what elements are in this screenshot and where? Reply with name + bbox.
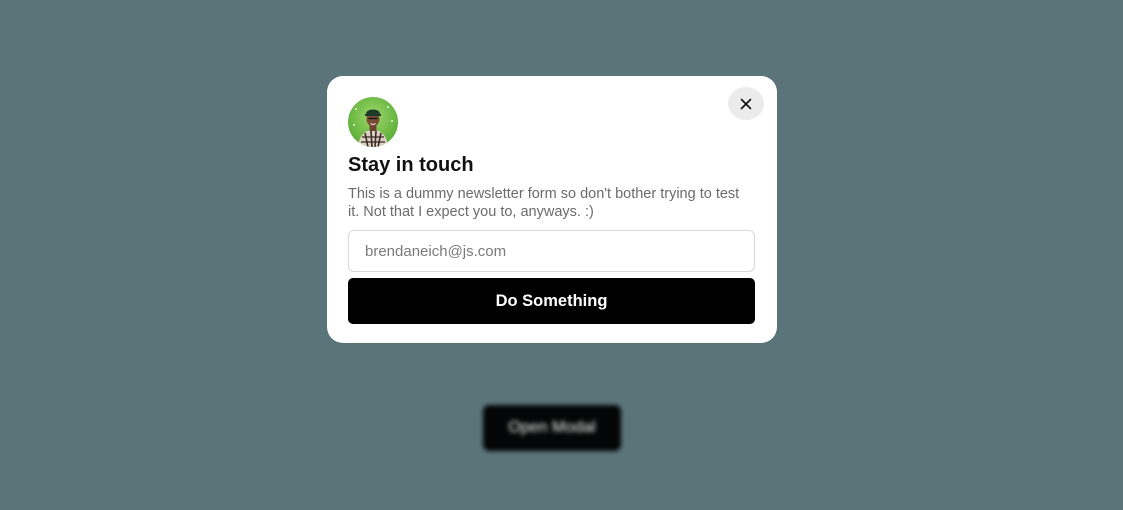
modal-title: Stay in touch (348, 154, 474, 176)
email-field[interactable] (348, 230, 755, 272)
newsletter-modal: Stay in touch This is a dummy newsletter… (327, 76, 777, 343)
close-icon (740, 98, 752, 109)
profile-photo-icon (348, 97, 398, 147)
modal-description: This is a dummy newsletter form so don't… (348, 186, 740, 220)
do-something-button[interactable]: Do Something (348, 278, 755, 324)
avatar (348, 97, 398, 147)
open-modal-button[interactable]: Open Modal (483, 405, 621, 451)
close-button[interactable] (728, 87, 764, 120)
